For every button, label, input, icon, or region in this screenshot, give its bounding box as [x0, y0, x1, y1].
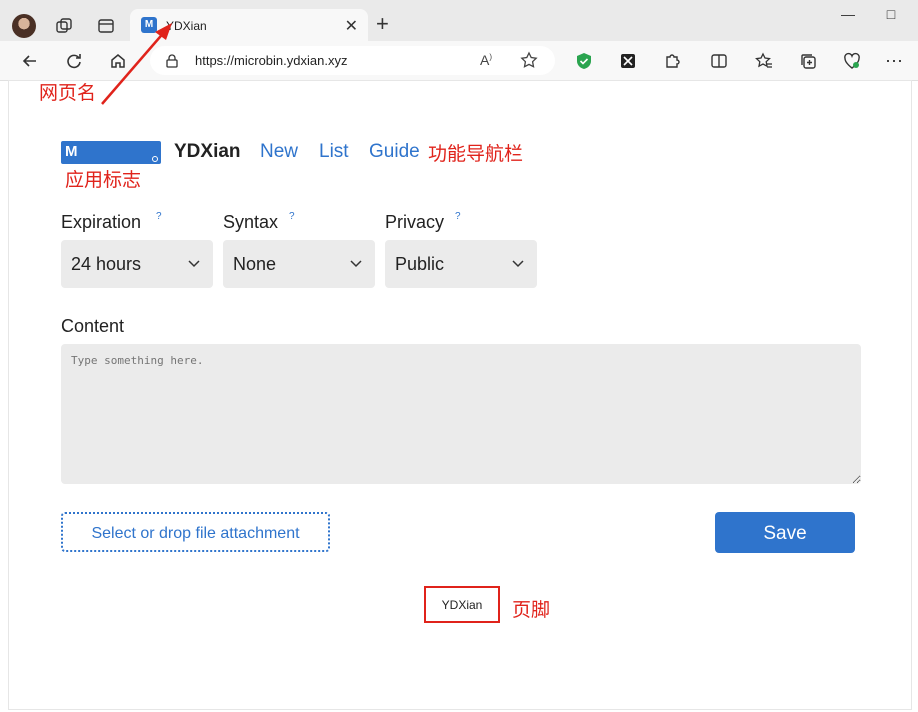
new-tab-icon[interactable]: + — [376, 12, 389, 36]
expiration-select[interactable]: 24 hours — [61, 240, 213, 288]
collections-icon[interactable] — [796, 49, 820, 73]
annotation-footer: 页脚 — [512, 600, 551, 621]
url-text: https://microbin.ydxian.xyz — [195, 53, 348, 68]
expiration-value: 24 hours — [71, 254, 142, 274]
privacy-value: Public — [395, 254, 445, 274]
nav-link-new[interactable]: New — [260, 141, 298, 163]
split-screen-icon[interactable] — [707, 49, 731, 73]
syntax-help-link[interactable]: ? — [289, 211, 295, 222]
annotation-nav-bar: 功能导航栏 — [428, 144, 524, 165]
annotation-page-name: 网页名 — [39, 83, 97, 104]
page-footer: YDXian — [424, 586, 500, 623]
nav-link-guide[interactable]: Guide — [369, 141, 420, 163]
syntax-label: Syntax — [223, 212, 279, 232]
annotation-app-logo: 应用标志 — [65, 170, 142, 191]
privacy-help-link[interactable]: ? — [455, 211, 461, 222]
expiration-label: Expiration — [61, 212, 142, 232]
chevron-down-icon — [187, 256, 201, 275]
home-icon[interactable] — [106, 49, 130, 73]
logo-dot — [152, 156, 158, 162]
tab-close-icon[interactable]: ✕ — [345, 16, 358, 36]
profile-avatar[interactable] — [12, 14, 36, 38]
syntax-select[interactable]: None — [223, 240, 375, 288]
back-arrow-icon[interactable] — [18, 49, 42, 73]
maximize-button[interactable]: □ — [879, 6, 903, 22]
refresh-icon[interactable] — [62, 49, 86, 73]
workspaces-icon[interactable] — [52, 14, 76, 38]
save-button[interactable]: Save — [715, 512, 855, 553]
chevron-down-icon — [349, 256, 363, 275]
file-attachment-button[interactable]: Select or drop file attachment — [61, 512, 330, 552]
tab-title: YDXian — [166, 19, 207, 33]
extensions-puzzle-icon[interactable] — [660, 49, 684, 73]
favorite-star-icon[interactable] — [520, 51, 538, 74]
address-bar[interactable]: https://microbin.ydxian.xyz A) — [150, 46, 555, 75]
favorites-icon[interactable] — [752, 49, 776, 73]
chevron-down-icon — [511, 256, 525, 275]
address-bar-row: https://microbin.ydxian.xyz A) ⋯ — [0, 41, 918, 81]
content-label: Content — [61, 316, 125, 336]
privacy-select[interactable]: Public — [385, 240, 537, 288]
shield-extension-icon[interactable] — [572, 49, 596, 73]
app-logo[interactable]: M — [61, 141, 161, 164]
read-aloud-icon[interactable]: A) — [480, 52, 492, 68]
nav-link-list[interactable]: List — [319, 141, 349, 163]
syntax-value: None — [233, 254, 277, 274]
more-menu-icon[interactable]: ⋯ — [882, 49, 906, 73]
app-name[interactable]: YDXian — [174, 141, 241, 163]
browser-essentials-icon[interactable] — [840, 49, 864, 73]
lock-icon — [166, 54, 178, 73]
minimize-button[interactable]: — — [836, 6, 860, 22]
expiration-help-link[interactable]: ? — [156, 211, 162, 222]
logo-glyph: M — [65, 143, 78, 160]
tab-favicon-icon: M — [141, 17, 157, 33]
content-textarea[interactable] — [61, 344, 861, 484]
privacy-label: Privacy — [385, 212, 445, 232]
tab-bar: M YDXian ✕ + — □ — [0, 0, 918, 42]
tab-actions-icon[interactable] — [94, 14, 118, 38]
active-tab[interactable]: M YDXian ✕ — [130, 9, 368, 42]
extension-icon[interactable] — [616, 49, 640, 73]
